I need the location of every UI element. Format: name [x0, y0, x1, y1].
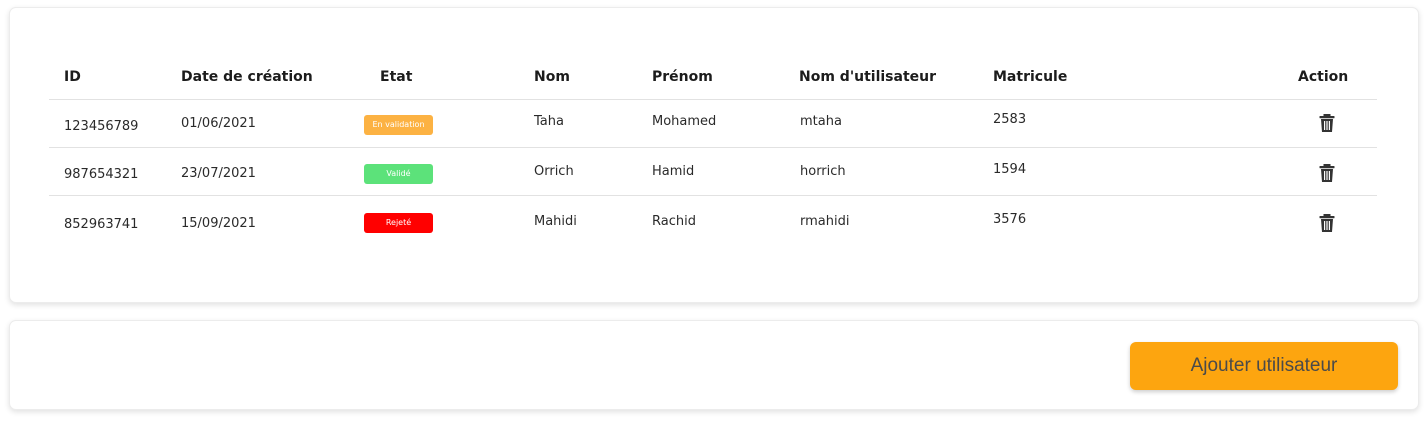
row-divider — [49, 147, 1377, 148]
row-divider — [49, 195, 1377, 196]
cell-username: mtaha — [800, 114, 842, 129]
header-action: Action — [1298, 69, 1349, 85]
trash-icon[interactable] — [1319, 214, 1335, 232]
cell-prenom: Mohamed — [652, 114, 717, 129]
status-badge: Rejeté — [364, 213, 433, 233]
header-nom: Nom — [534, 69, 570, 85]
users-table-card: ID Date de création Etat Nom Prénom Nom … — [9, 7, 1419, 303]
trash-icon[interactable] — [1319, 164, 1335, 182]
status-badge: En validation — [364, 115, 433, 135]
cell-username: rmahidi — [800, 214, 850, 229]
cell-nom: Taha — [534, 114, 564, 129]
cell-matricule: 3576 — [993, 212, 1027, 227]
header-date: Date de création — [181, 69, 313, 85]
cell-id: 987654321 — [64, 167, 139, 182]
cell-matricule: 1594 — [993, 162, 1027, 177]
cell-id: 852963741 — [64, 217, 139, 232]
cell-nom: Mahidi — [534, 214, 577, 229]
header-prenom: Prénom — [652, 69, 713, 85]
cell-id: 123456789 — [64, 119, 139, 134]
header-id: ID — [64, 69, 81, 85]
add-user-button[interactable]: Ajouter utilisateur — [1130, 342, 1398, 390]
cell-nom: Orrich — [534, 164, 574, 179]
status-badge: Validé — [364, 164, 433, 184]
cell-matricule: 2583 — [993, 112, 1027, 127]
cell-date: 23/07/2021 — [181, 166, 256, 181]
header-etat: Etat — [380, 69, 413, 85]
cell-username: horrich — [800, 164, 846, 179]
header-username: Nom d'utilisateur — [799, 69, 936, 85]
cell-date: 15/09/2021 — [181, 216, 256, 231]
cell-date: 01/06/2021 — [181, 116, 256, 131]
cell-prenom: Hamid — [652, 164, 695, 179]
trash-icon[interactable] — [1319, 114, 1335, 132]
header-divider — [49, 99, 1377, 100]
actions-card: Ajouter utilisateur — [9, 320, 1419, 410]
header-matricule: Matricule — [993, 69, 1068, 85]
cell-prenom: Rachid — [652, 214, 696, 229]
